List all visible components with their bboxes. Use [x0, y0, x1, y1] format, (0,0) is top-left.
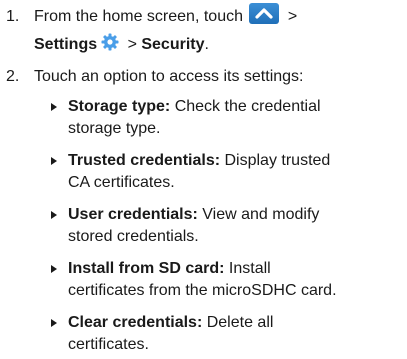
settings-label: Settings — [34, 36, 98, 53]
step-1-line-2: Settings > Security. — [34, 33, 403, 56]
option-desc-cont: stored credentials. — [68, 228, 199, 245]
option-title: User credentials: — [68, 206, 198, 223]
option-install-from-sd: Install from SD card: Install certificat… — [51, 258, 403, 302]
step-1-text: From the home screen, touch — [34, 8, 248, 25]
option-title: Clear credentials: — [68, 314, 203, 331]
option-desc-cont: certificates from the microSDHC card. — [68, 282, 337, 299]
step-1-body: From the home screen, touch > Settings >… — [34, 3, 403, 56]
step-2-body: Touch an option to access its settings: — [34, 66, 403, 88]
gear-icon — [101, 33, 119, 51]
step-1-end: . — [204, 36, 209, 53]
option-title: Install from SD card: — [68, 260, 225, 277]
option-storage-type: Storage type: Check the credential stora… — [51, 96, 403, 140]
option-desc-cont: CA certificates. — [68, 174, 175, 191]
bullet-arrow-icon — [51, 211, 57, 219]
chevron-up-icon — [249, 3, 280, 25]
option-trusted-credentials: Trusted credentials: Display trusted CA … — [51, 150, 403, 194]
step-1-line-1: From the home screen, touch > — [34, 3, 403, 28]
step-1-arrow-text: > — [283, 8, 298, 25]
step-number: 2. — [6, 68, 20, 85]
option-title: Storage type: — [68, 98, 171, 115]
step-2-text: Touch an option to access its settings: — [34, 68, 304, 85]
bullet-arrow-icon — [51, 103, 57, 111]
bullet-arrow-icon — [51, 157, 57, 165]
option-desc: Check the credential — [170, 98, 321, 115]
option-desc-cont: storage type. — [68, 120, 161, 137]
option-desc-cont: certificates. — [68, 336, 149, 353]
option-desc: Delete all — [202, 314, 274, 331]
instruction-page: 1. From the home screen, touch > Setting… — [0, 0, 407, 359]
bullet-arrow-icon — [51, 319, 57, 327]
option-title: Trusted credentials: — [68, 152, 221, 169]
security-label: Security — [141, 36, 205, 53]
option-clear-credentials: Clear credentials: Delete all certificat… — [51, 312, 403, 356]
step-number: 1. — [6, 8, 20, 25]
option-desc: Install — [224, 260, 271, 277]
option-desc: View and modify — [197, 206, 320, 223]
option-user-credentials: User credentials: View and modify stored… — [51, 204, 403, 248]
option-desc: Display trusted — [220, 152, 331, 169]
bullet-arrow-icon — [51, 265, 57, 273]
separator: > — [123, 36, 142, 53]
